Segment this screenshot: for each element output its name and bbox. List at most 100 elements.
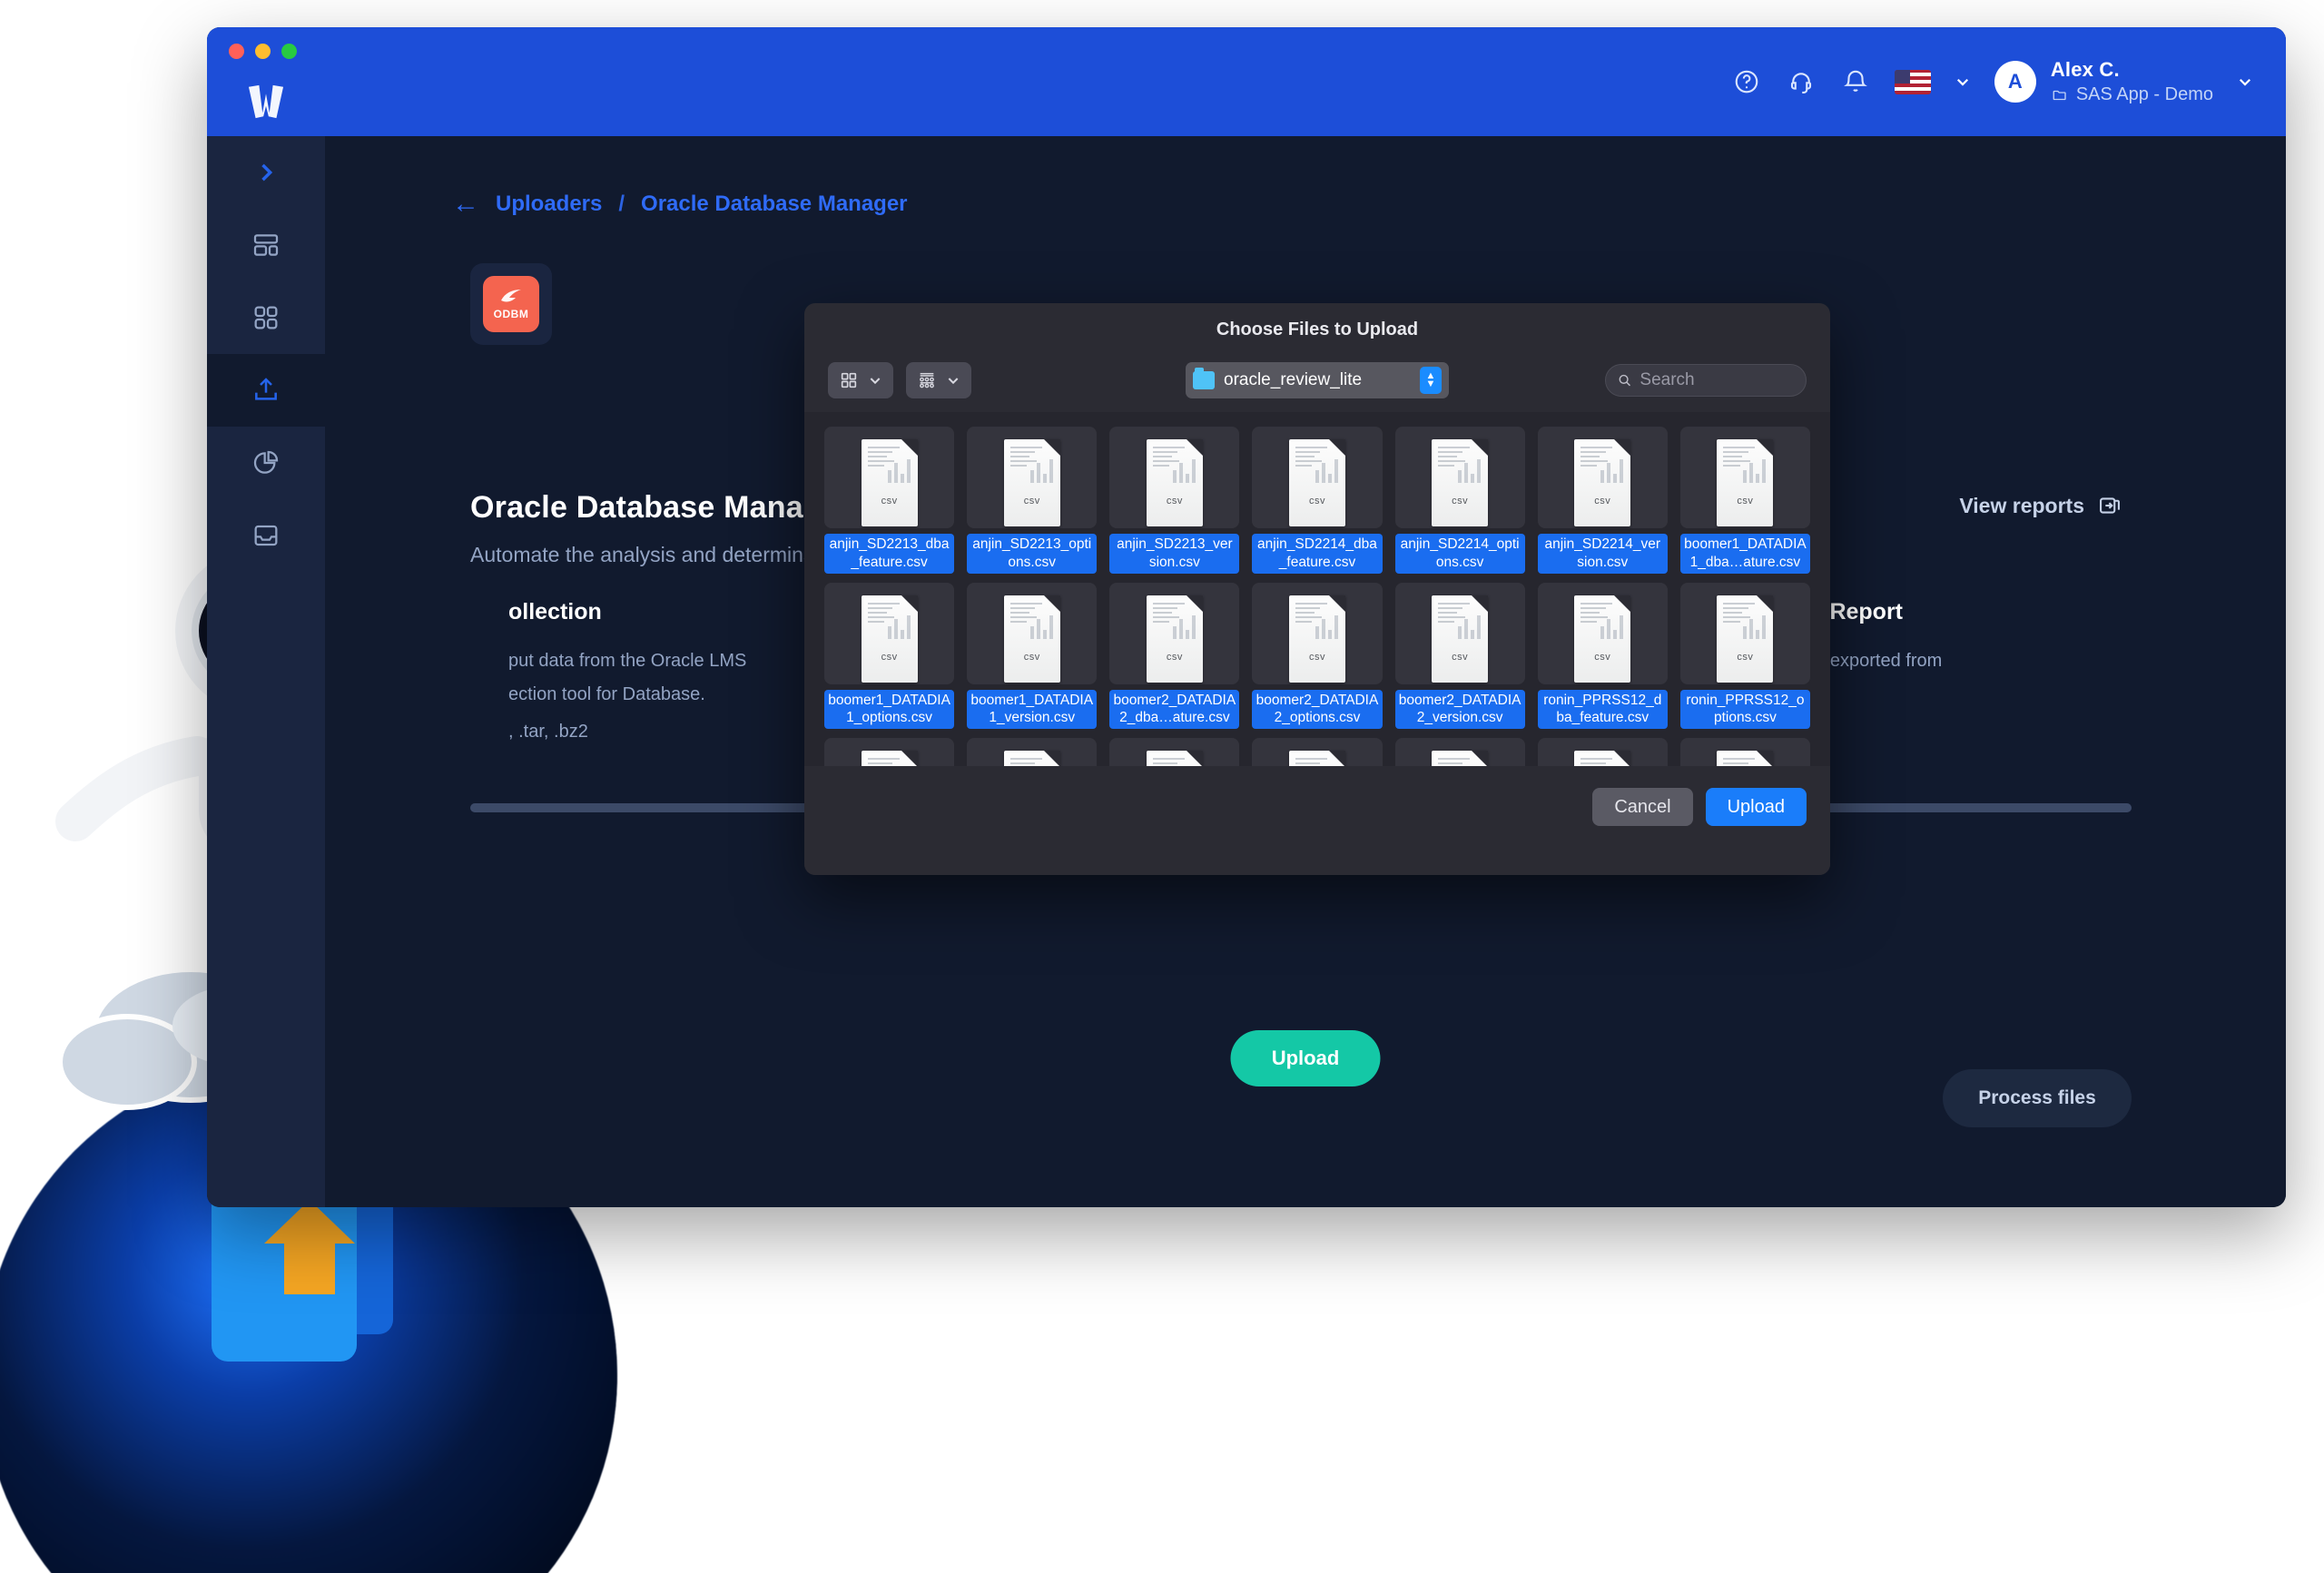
file-item[interactable]: csv anjin_SD2214_dba_feature.csv (1252, 427, 1383, 574)
file-item[interactable] (824, 738, 955, 766)
file-item[interactable] (1109, 738, 1240, 766)
file-name-label: boomer2_DATADIA2_options.csv (1252, 689, 1383, 730)
file-name-label: ronin_PPRSS12_options.csv (1679, 689, 1810, 730)
breadcrumb-root[interactable]: Uploaders (496, 192, 602, 217)
file-thumbnail: csv (1109, 582, 1240, 684)
file-item[interactable]: csv anjin_SD2213_options.csv (967, 427, 1098, 574)
sidebar-item-apps[interactable] (207, 281, 325, 354)
back-button[interactable]: ← (452, 191, 479, 218)
upload-button[interactable]: Upload (1230, 1030, 1381, 1086)
file-item[interactable]: csv anjin_SD2213_version.csv (1109, 427, 1240, 574)
help-circle-icon[interactable] (1731, 66, 1762, 97)
file-item[interactable]: csv boomer2_DATADIA2_options.csv (1252, 582, 1383, 730)
cancel-button[interactable]: Cancel (1592, 788, 1693, 826)
file-name-label: boomer2_DATADIA2_version.csv (1394, 689, 1525, 730)
user-chevron-down-icon[interactable] (2237, 74, 2253, 90)
user-menu[interactable]: Alex C. SAS App - Demo (2051, 58, 2213, 105)
dialog-footer: Cancel Upload (804, 766, 1830, 875)
file-name-label: boomer1_DATADIA1_dba…ature.csv (1679, 534, 1810, 574)
csv-file-icon (1574, 751, 1631, 766)
sidebar-item-dashboard[interactable] (207, 209, 325, 281)
app-logo-icon[interactable] (245, 84, 287, 120)
bell-notifications-icon[interactable] (1840, 66, 1871, 97)
minimize-window-button[interactable] (255, 44, 271, 59)
screenshot-root: A Alex C. SAS App - Demo ← Uploaders / O… (0, 0, 2324, 1573)
dialog-toolbar: oracle_review_lite ▲ ▼ (804, 353, 1830, 408)
avatar[interactable]: A (1994, 61, 2036, 103)
sidebar-item-inbox[interactable] (207, 499, 325, 572)
language-chevron-down-icon[interactable] (1955, 74, 1971, 90)
file-item[interactable]: csv boomer1_DATADIA1_options.csv (824, 582, 955, 730)
sidebar-expand-button[interactable] (207, 136, 325, 209)
csv-file-icon: csv (861, 595, 918, 683)
csv-file-icon: csv (1288, 439, 1345, 526)
file-thumbnail: csv (1252, 427, 1383, 528)
layout-dashboard-icon (253, 234, 279, 256)
file-chooser-dialog: Choose Files to Upload oracle_review_lit… (804, 303, 1830, 875)
csv-file-icon (861, 751, 918, 766)
file-item[interactable]: csv anjin_SD2214_version.csv (1537, 427, 1668, 574)
csv-file-icon: csv (1003, 595, 1060, 683)
file-thumbnail (1679, 738, 1810, 766)
view-reports-link[interactable]: View reports (1959, 493, 2122, 518)
sidebar-item-reports[interactable] (207, 427, 325, 499)
file-item[interactable]: csv ronin_PPRSS12_dba_feature.csv (1537, 582, 1668, 730)
csv-file-icon (1432, 751, 1489, 766)
group-by-button[interactable] (906, 362, 971, 398)
window-traffic-lights[interactable] (229, 44, 297, 59)
file-thumbnail (1252, 738, 1383, 766)
file-thumbnail: csv (1537, 427, 1668, 528)
maximize-window-button[interactable] (281, 44, 297, 59)
file-item[interactable]: csv boomer2_DATADIA2_version.csv (1394, 582, 1525, 730)
file-item[interactable]: csv anjin_SD2213_dba_feature.csv (824, 427, 955, 574)
file-item[interactable]: csv boomer2_DATADIA2_dba…ature.csv (1109, 582, 1240, 730)
info-card-value: put data from the Oracle LMS (508, 651, 747, 671)
csv-file-icon (1003, 751, 1060, 766)
file-name-label: boomer2_DATADIA2_dba…ature.csv (1109, 689, 1240, 730)
file-grid: csv anjin_SD2213_dba_feature.csv csv anjin_… (824, 427, 1810, 766)
csv-file-icon: csv (1717, 439, 1774, 526)
file-item[interactable] (1394, 738, 1525, 766)
breadcrumb-current[interactable]: Oracle Database Manager (641, 192, 907, 217)
close-window-button[interactable] (229, 44, 244, 59)
file-thumbnail: csv (1679, 582, 1810, 684)
app-icon-container: ODBM (470, 263, 552, 345)
location-popup-button[interactable]: oracle_review_lite ▲ ▼ (1186, 362, 1449, 398)
sidebar-item-uploaders[interactable] (207, 354, 325, 427)
view-mode-button[interactable] (828, 362, 893, 398)
breadcrumb-separator: / (618, 192, 625, 216)
file-thumbnail (1394, 738, 1525, 766)
file-item[interactable] (1252, 738, 1383, 766)
file-thumbnail: csv (967, 427, 1098, 528)
file-item[interactable]: csv boomer1_DATADIA1_version.csv (967, 582, 1098, 730)
file-item[interactable] (1679, 738, 1810, 766)
us-flag-icon[interactable] (1894, 69, 1931, 94)
view-reports-label: View reports (1959, 493, 2084, 517)
file-grid-container[interactable]: csv anjin_SD2213_dba_feature.csv csv anjin_… (804, 412, 1830, 766)
odbm-app-badge-label: ODBM (493, 308, 529, 320)
search-field[interactable] (1605, 364, 1807, 397)
file-name-label: anjin_SD2214_version.csv (1537, 534, 1668, 574)
file-item[interactable]: csv anjin_SD2214_options.csv (1394, 427, 1525, 574)
file-name-label: boomer1_DATADIA1_version.csv (967, 689, 1098, 730)
chevron-right-icon (261, 163, 273, 182)
file-item[interactable] (1537, 738, 1668, 766)
headset-support-icon[interactable] (1786, 66, 1817, 97)
info-card-value: ection tool for Database. (508, 684, 705, 704)
chevron-down-icon (948, 378, 959, 385)
dialog-upload-button[interactable]: Upload (1705, 788, 1807, 826)
csv-file-icon (1717, 751, 1774, 766)
search-input[interactable] (1640, 370, 1795, 390)
file-item[interactable]: csv boomer1_DATADIA1_dba…ature.csv (1679, 427, 1810, 574)
top-navigation-bar: A Alex C. SAS App - Demo (207, 27, 2286, 136)
process-files-button[interactable]: Process files (1943, 1069, 2132, 1127)
file-thumbnail: csv (1109, 427, 1240, 528)
file-item[interactable] (967, 738, 1098, 766)
file-item[interactable]: csv ronin_PPRSS12_options.csv (1679, 582, 1810, 730)
csv-file-icon: csv (1288, 595, 1345, 683)
sidebar-rail (207, 136, 325, 1207)
file-name-label: anjin_SD2213_version.csv (1109, 534, 1240, 574)
top-bar-actions: A Alex C. SAS App - Demo (1731, 27, 2253, 136)
folder-icon (1193, 368, 1215, 389)
csv-file-icon: csv (1574, 595, 1631, 683)
